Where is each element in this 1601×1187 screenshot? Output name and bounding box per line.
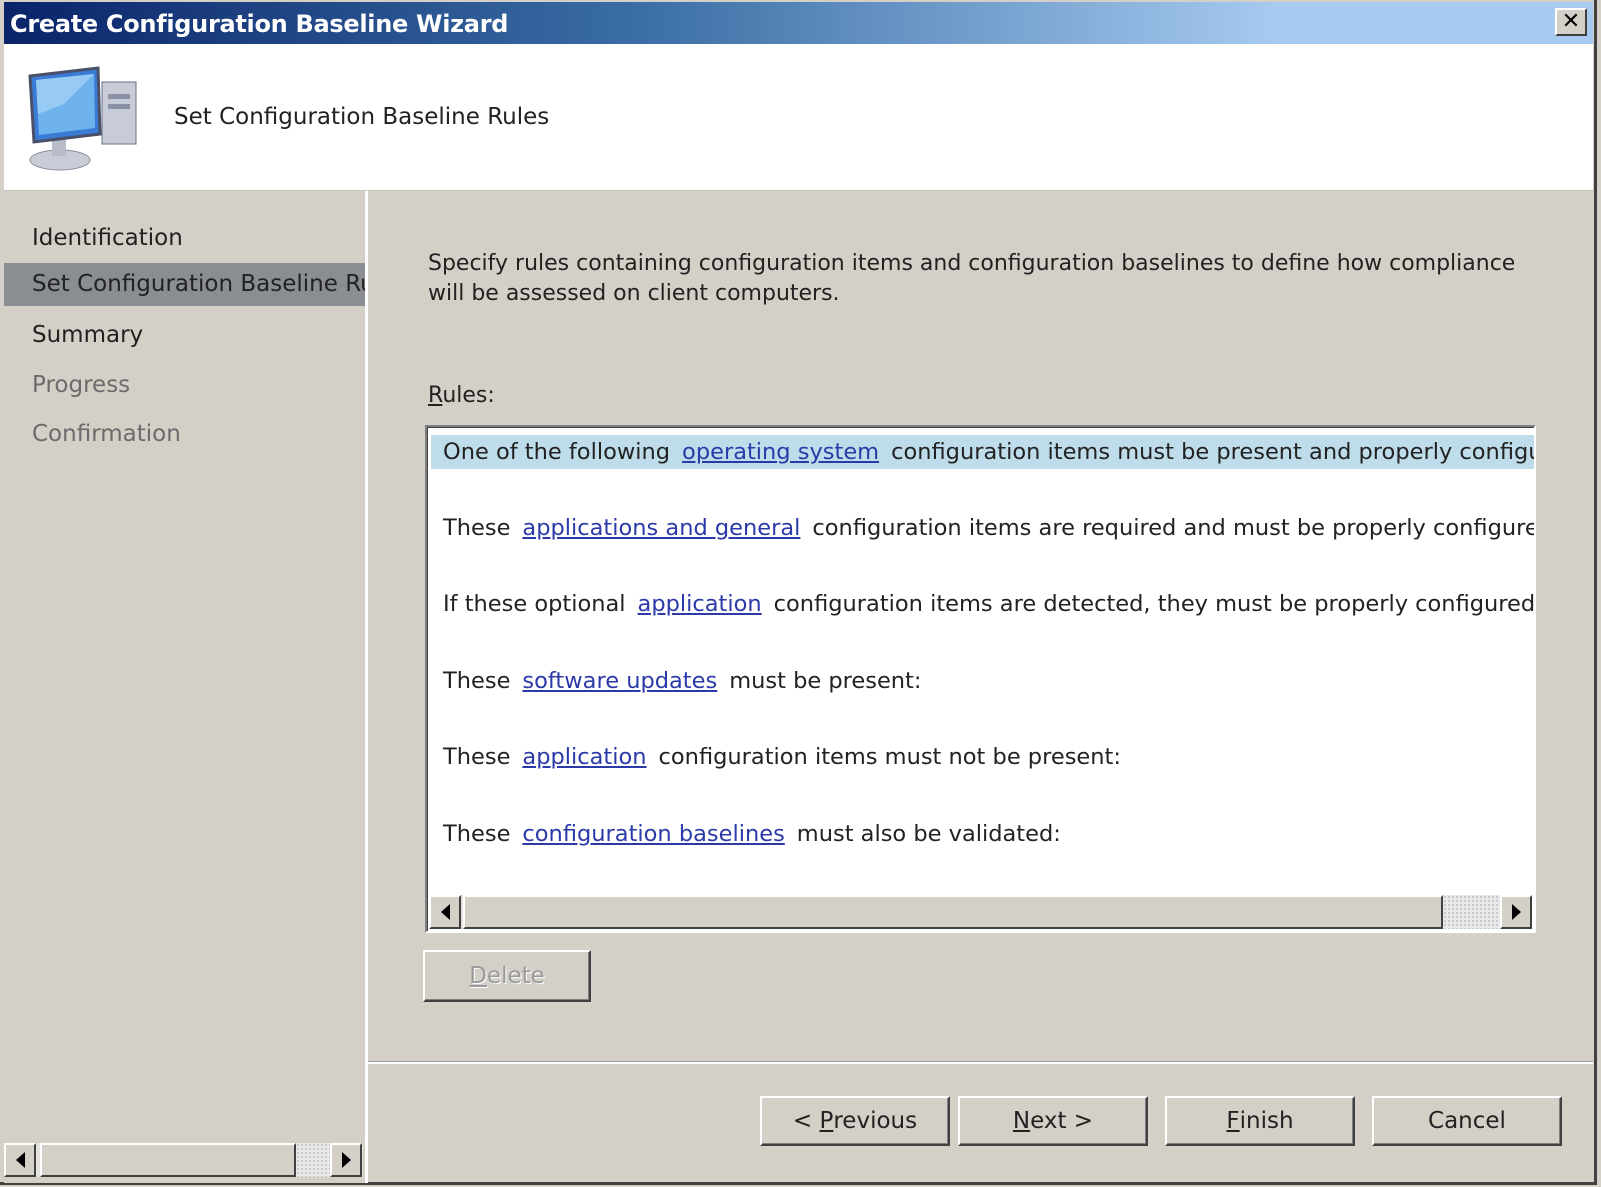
label-part: < xyxy=(792,1108,820,1134)
wizard-header: Set Configuration Baseline Rules xyxy=(4,44,1593,191)
rule-link-optional-application[interactable]: application xyxy=(638,591,762,617)
rule-link-software-updates[interactable]: software updates xyxy=(522,668,717,694)
scrollbar-thumb[interactable] xyxy=(463,895,1443,929)
wizard-window: Create Configuration Baseline Wizard ✕ S… xyxy=(0,0,1597,1185)
scroll-left-button[interactable] xyxy=(4,1143,36,1177)
arrow-left-icon xyxy=(15,1152,25,1168)
sidebar-horizontal-scrollbar[interactable] xyxy=(4,1143,363,1177)
rule-item[interactable]: If these optional application configuratio… xyxy=(437,587,1536,621)
rule-suffix: configuration items must be present and … xyxy=(891,439,1536,465)
mnemonic: R xyxy=(428,383,443,408)
previous-button[interactable]: < Previous xyxy=(760,1096,950,1146)
rule-item[interactable]: These software updates must be present: xyxy=(437,664,925,698)
next-button[interactable]: Next > xyxy=(958,1096,1148,1146)
arrow-right-icon xyxy=(341,1152,351,1168)
cancel-button[interactable]: Cancel xyxy=(1372,1096,1562,1146)
wizard-main-panel: Specify rules containing configuration i… xyxy=(368,191,1593,1061)
scrollbar-thumb[interactable] xyxy=(40,1143,296,1177)
sidebar-item-progress: Progress xyxy=(32,372,131,398)
close-button[interactable]: ✕ xyxy=(1555,8,1587,36)
label-part: revious xyxy=(833,1108,918,1134)
rules-horizontal-scrollbar[interactable] xyxy=(429,895,1532,929)
mnemonic: P xyxy=(819,1108,834,1134)
rule-suffix: must also be validated: xyxy=(796,821,1061,847)
delete-button[interactable]: Delete xyxy=(423,950,591,1002)
scroll-right-button[interactable] xyxy=(1500,895,1532,929)
rule-suffix: must be present: xyxy=(729,668,922,694)
delete-label: elete xyxy=(486,963,545,989)
sidebar-item-summary[interactable]: Summary xyxy=(4,314,365,357)
rule-suffix: configuration items must not be present: xyxy=(658,744,1121,770)
mnemonic: N xyxy=(1012,1108,1031,1134)
rule-prefix: These xyxy=(443,515,511,541)
rule-item[interactable]: One of the following operating system conf… xyxy=(431,435,1534,469)
wizard-steps-sidebar: Identification Set Configuration Baselin… xyxy=(4,191,368,1183)
computer-icon xyxy=(28,66,137,171)
rules-label: Rules: xyxy=(428,383,495,408)
label-part: ext > xyxy=(1030,1108,1094,1134)
sidebar-item-set-configuration-baseline-rules[interactable]: Set Configuration Baseline Rules xyxy=(4,263,365,306)
rule-link-operating-system[interactable]: operating system xyxy=(682,439,879,465)
rule-prefix: These xyxy=(443,821,511,847)
arrow-right-icon xyxy=(1511,904,1521,920)
scrollbar-track[interactable] xyxy=(1443,895,1501,929)
mnemonic: F xyxy=(1226,1108,1240,1134)
mnemonic: D xyxy=(469,963,487,989)
rules-list[interactable]: One of the following operating system conf… xyxy=(425,425,1536,933)
rule-prefix: One of the following xyxy=(443,439,671,465)
rule-item[interactable]: These configuration baselines must also be… xyxy=(437,817,1065,851)
rule-suffix: configuration items are detected, they m… xyxy=(773,591,1536,617)
close-icon: ✕ xyxy=(1561,9,1581,34)
rules-label-text: ules: xyxy=(442,383,495,408)
rule-link-applications-and-general[interactable]: applications and general xyxy=(522,515,800,541)
rule-item[interactable]: These applications and general configurati… xyxy=(437,511,1536,545)
rule-prefix: These xyxy=(443,744,511,770)
title-bar: Create Configuration Baseline Wizard ✕ xyxy=(4,2,1593,44)
instructions-text: Specify rules containing configuration i… xyxy=(428,251,1516,306)
rule-link-configuration-baselines[interactable]: configuration baselines xyxy=(522,821,784,847)
scroll-left-button[interactable] xyxy=(429,895,461,929)
sidebar-item-confirmation: Confirmation xyxy=(32,421,181,447)
rule-item[interactable]: These application configuration items must… xyxy=(437,740,1125,774)
page-title: Set Configuration Baseline Rules xyxy=(174,104,550,130)
rule-link-prohibited-application[interactable]: application xyxy=(522,744,646,770)
window-title: Create Configuration Baseline Wizard xyxy=(10,10,509,38)
rule-suffix: configuration items are required and mus… xyxy=(812,515,1536,541)
scrollbar-track[interactable] xyxy=(296,1143,330,1177)
finish-button[interactable]: Finish xyxy=(1165,1096,1355,1146)
sidebar-item-identification[interactable]: Identification xyxy=(4,217,365,260)
arrow-left-icon xyxy=(440,904,450,920)
footer-divider xyxy=(368,1061,1593,1064)
rule-prefix: These xyxy=(443,668,511,694)
label-part: inish xyxy=(1239,1108,1294,1134)
rule-prefix: If these optional xyxy=(443,591,626,617)
scroll-right-button[interactable] xyxy=(330,1143,362,1177)
